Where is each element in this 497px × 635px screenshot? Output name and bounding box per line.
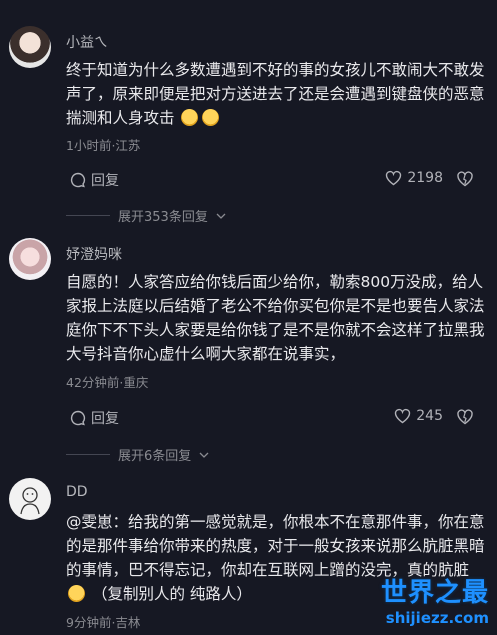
reply-icon <box>70 410 86 426</box>
like-count: 2198 <box>407 170 443 186</box>
like-count: 245 <box>416 408 443 424</box>
dislike-icon[interactable] <box>457 171 473 187</box>
comment-meta: 9分钟前·吉林 <box>66 615 141 630</box>
avatar[interactable] <box>9 238 51 280</box>
like-button[interactable]: 2198 <box>385 170 443 186</box>
comment-meta: 1小时前·江苏 <box>66 138 141 153</box>
divider <box>66 454 110 455</box>
dislike-icon[interactable] <box>457 409 473 425</box>
watermark-url: shijiezz.com <box>385 609 489 627</box>
watermark-title: 世界之最 <box>380 578 489 608</box>
username[interactable]: 妤澄妈咪 <box>66 244 122 264</box>
expand-label: 展开6条回复 <box>118 449 192 464</box>
reply-icon <box>70 172 86 188</box>
username[interactable]: 小益ㄟ <box>66 32 108 52</box>
chevron-down-icon <box>199 452 209 458</box>
heart-icon <box>395 408 411 424</box>
reply-button[interactable]: 回复 <box>70 408 119 428</box>
emoji-icon <box>202 109 220 126</box>
comment-text-suffix: （复制别人的 纯路人） <box>91 585 252 603</box>
emoji-icon <box>68 585 85 602</box>
divider <box>66 215 110 216</box>
reply-label: 回复 <box>91 173 119 189</box>
avatar-drawing-icon <box>20 487 40 515</box>
expand-replies[interactable]: 展开353条回复 <box>66 206 226 225</box>
comment-meta: 42分钟前·重庆 <box>66 375 149 390</box>
chevron-down-icon <box>216 213 226 219</box>
comment-text: 自愿的！人家答应给你钱后面少给你，勒索800万没成，给人家报上法庭以后结婚了老公… <box>66 273 485 363</box>
comment-text: 终于知道为什么多数遭遇到不好的事的女孩儿不敢闹大不敢发声了，原来即便是把对方送进… <box>66 58 486 130</box>
comment-text-body: @雯崽：给我的第一感觉就是，你根本不在意那件事，你在意的是那件事给你带来的热度，… <box>66 513 485 579</box>
username[interactable]: DD <box>66 484 88 500</box>
site-watermark: 世界之最 shijiezz.com <box>381 572 489 627</box>
expand-replies[interactable]: 展开6条回复 <box>66 445 209 464</box>
like-button[interactable]: 245 <box>394 408 443 424</box>
comment-text-body: 终于知道为什么多数遭遇到不好的事的女孩儿不敢闹大不敢发声了，原来即便是把对方送进… <box>66 61 485 127</box>
avatar[interactable] <box>9 26 51 68</box>
emoji-icon <box>181 109 199 126</box>
reply-label: 回复 <box>91 411 119 427</box>
avatar[interactable] <box>9 478 51 520</box>
heart-icon <box>386 170 402 186</box>
reply-button[interactable]: 回复 <box>70 170 119 190</box>
expand-label: 展开353条回复 <box>118 210 208 225</box>
